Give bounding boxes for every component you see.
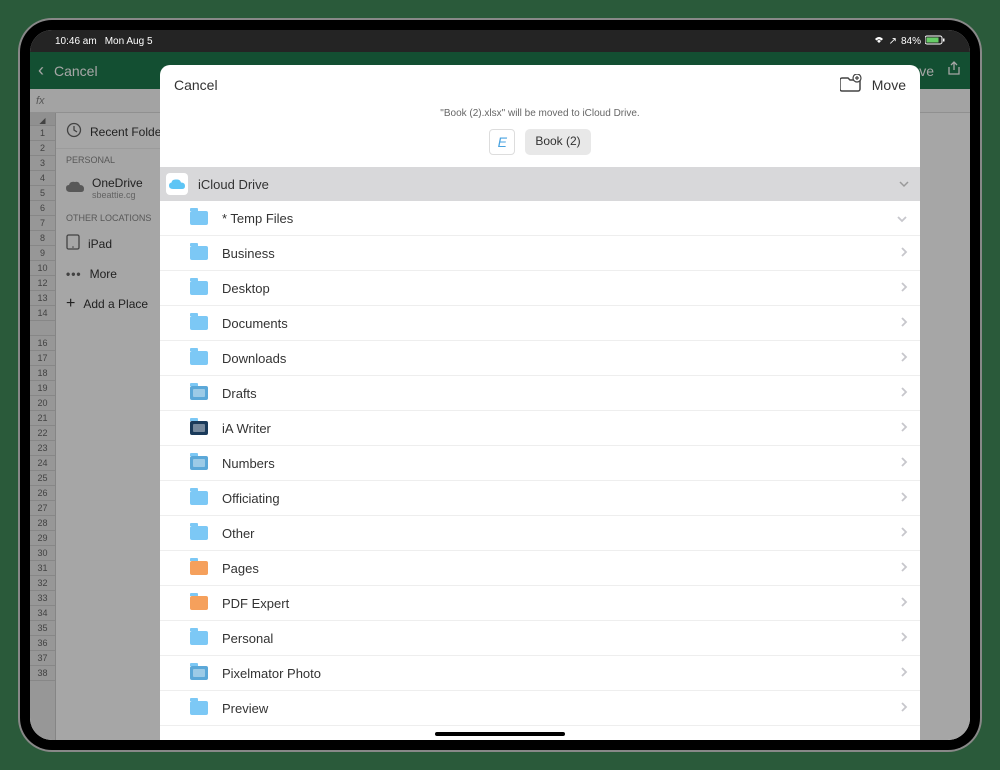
chevron-right-icon	[900, 595, 908, 611]
folder-label: Downloads	[222, 351, 886, 366]
folder-label: Pixelmator Photo	[222, 666, 886, 681]
folder-label: Drafts	[222, 386, 886, 401]
folder-icon	[190, 666, 208, 680]
folder-row[interactable]: Officiating	[160, 481, 920, 516]
chevron-right-icon	[900, 245, 908, 261]
folder-label: Pages	[222, 561, 886, 576]
folder-row[interactable]: * Temp Files	[160, 201, 920, 236]
folder-label: * Temp Files	[222, 211, 882, 226]
folder-row[interactable]: Drafts	[160, 376, 920, 411]
modal-subtitle: "Book (2).xlsx" will be moved to iCloud …	[160, 105, 920, 129]
icloud-icon	[166, 173, 188, 195]
folder-icon	[190, 456, 208, 470]
folder-icon	[190, 351, 208, 365]
folder-icon	[190, 491, 208, 505]
chevron-right-icon	[900, 350, 908, 366]
chevron-right-icon	[900, 385, 908, 401]
folder-row[interactable]: iA Writer	[160, 411, 920, 446]
folder-icon	[190, 246, 208, 260]
status-time: 10:46 am	[55, 36, 97, 47]
folder-icon	[190, 386, 208, 400]
folder-row[interactable]: Documents	[160, 306, 920, 341]
folder-icon	[190, 701, 208, 715]
location-title: iCloud Drive	[198, 177, 888, 192]
folder-label: Personal	[222, 631, 886, 646]
folder-row[interactable]: Pages	[160, 551, 920, 586]
folder-row[interactable]: Pixelmator Photo	[160, 656, 920, 691]
folder-row[interactable]: Business	[160, 236, 920, 271]
folder-icon	[190, 526, 208, 540]
folder-label: Desktop	[222, 281, 886, 296]
chevron-right-icon	[900, 630, 908, 646]
file-name-chip: Book (2)	[525, 129, 590, 155]
wifi-icon	[873, 35, 885, 48]
home-indicator[interactable]	[435, 732, 565, 736]
folder-icon	[190, 316, 208, 330]
folder-label: Officiating	[222, 491, 886, 506]
folder-row[interactable]: Other	[160, 516, 920, 551]
folder-row[interactable]: Preview	[160, 691, 920, 726]
folder-icon	[190, 596, 208, 610]
chevron-right-icon	[900, 665, 908, 681]
modal-cancel-button[interactable]: Cancel	[174, 77, 218, 93]
chevron-right-icon	[900, 525, 908, 541]
chevron-down-icon	[898, 177, 910, 191]
status-bar: 10:46 am Mon Aug 5 ↗ 84%	[30, 30, 970, 52]
chevron-right-icon	[900, 560, 908, 576]
folder-row[interactable]: Personal	[160, 621, 920, 656]
move-file-modal: Cancel Move "Book (2).xlsx" will be move…	[160, 65, 920, 740]
chevron-right-icon	[900, 455, 908, 471]
location-icon: ↗	[889, 36, 897, 47]
battery-pct: 84%	[901, 36, 921, 47]
folder-label: Preview	[222, 701, 886, 716]
chevron-down-icon	[896, 210, 908, 226]
folder-label: Business	[222, 246, 886, 261]
folder-label: iA Writer	[222, 421, 886, 436]
modal-move-button[interactable]: Move	[872, 77, 906, 93]
status-date: Mon Aug 5	[105, 36, 153, 47]
folder-label: PDF Expert	[222, 596, 886, 611]
ipad-screen: 10:46 am Mon Aug 5 ↗ 84% ‹ Cancel Save	[30, 30, 970, 740]
folder-icon	[190, 631, 208, 645]
location-header-icloud[interactable]: iCloud Drive	[160, 167, 920, 201]
chevron-right-icon	[900, 315, 908, 331]
folder-label: Documents	[222, 316, 886, 331]
file-preview-row: E Book (2)	[160, 129, 920, 167]
file-thumbnail: E	[489, 129, 515, 155]
ipad-frame: 10:46 am Mon Aug 5 ↗ 84% ‹ Cancel Save	[20, 20, 980, 750]
chevron-right-icon	[900, 420, 908, 436]
folder-row[interactable]: Downloads	[160, 341, 920, 376]
chevron-right-icon	[900, 490, 908, 506]
chevron-right-icon	[900, 280, 908, 296]
folder-list[interactable]: * Temp Files Business Desktop Documents Down…	[160, 201, 920, 740]
folder-icon	[190, 561, 208, 575]
folder-label: Numbers	[222, 456, 886, 471]
folder-row[interactable]: Desktop	[160, 271, 920, 306]
battery-icon	[925, 35, 945, 48]
folder-label: Other	[222, 526, 886, 541]
folder-row[interactable]: PDF Expert	[160, 586, 920, 621]
new-folder-icon[interactable]	[840, 74, 862, 97]
folder-icon	[190, 211, 208, 225]
folder-icon	[190, 281, 208, 295]
modal-header: Cancel Move	[160, 65, 920, 105]
folder-row[interactable]: Numbers	[160, 446, 920, 481]
folder-icon	[190, 421, 208, 435]
chevron-right-icon	[900, 700, 908, 716]
